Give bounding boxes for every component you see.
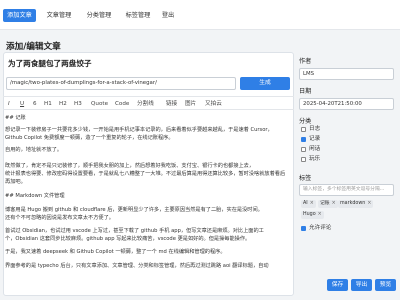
save-button[interactable]: 保存	[327, 279, 348, 291]
nav-category-manage[interactable]: 分类管理	[84, 9, 114, 22]
image-button[interactable]: 图片	[185, 100, 196, 108]
meta-sidebar	[299, 52, 397, 296]
content-line: 还有个不可忽略的因说是发布文章太不方便了。	[5, 215, 114, 221]
content-line: 首试过 Obsidian，也试过用 vscode 上写过，甚至下载了 githu…	[5, 228, 264, 234]
page-title: 添加/编辑文章	[6, 42, 61, 52]
content-editor[interactable]: ## 记账 想记录一下装修房子一共要花多少钱，一开始是用手机记事本记录的，后来看…	[5, 114, 291, 294]
author-input[interactable]: LMS	[299, 68, 394, 80]
divider-button[interactable]: 分割线	[137, 100, 154, 108]
tag-chip-label: AI	[303, 201, 308, 206]
code-button[interactable]: Code	[115, 100, 129, 108]
generate-button[interactable]: 生成	[240, 77, 290, 90]
author-label: 作者	[299, 58, 312, 65]
preview-button[interactable]: 预览	[375, 279, 396, 291]
tag-chip[interactable]: 记账 ×	[318, 200, 338, 208]
underline-button[interactable]: U	[20, 100, 24, 108]
content-line: Github Copilot 免费额度一顿薅，造了一个重复的轮子，在线记账程序。	[5, 135, 174, 141]
content-line: 个，Obsidian 这套同步比较麻烦。github app 写起来比较痛苦，v…	[5, 236, 251, 242]
tags-label: 标签	[299, 175, 312, 182]
nav-tag-manage[interactable]: 标签管理	[123, 9, 153, 22]
format-button[interactable]: 6	[33, 100, 37, 108]
top-nav: 添加文章 文章管理 分类管理 标签管理 登出	[0, 0, 400, 30]
category-checkbox[interactable]	[301, 137, 306, 142]
nav-add-article[interactable]: 添加文章	[3, 9, 36, 22]
close-icon[interactable]: ×	[332, 201, 336, 206]
nav-logout[interactable]: 登出	[160, 9, 176, 22]
content-line: ## Markdown 文件管理	[5, 193, 65, 199]
tag-chip[interactable]: markdown ×	[338, 200, 374, 208]
tag-chip[interactable]: Hugo ×	[301, 211, 324, 219]
content-line: ## 记账	[5, 115, 26, 121]
h3-button[interactable]: H3	[74, 100, 82, 108]
tag-chip-label: markdown	[340, 201, 366, 206]
content-line: 再加吧。	[5, 179, 26, 185]
nav-article-manage[interactable]: 文章管理	[44, 9, 74, 22]
content-line: 统计报表也得要、修改密码得设置要看，于是就乱七八糟整了一大堆。不过最后算是用得还…	[5, 171, 286, 177]
tag-chip-label: 记账	[320, 201, 330, 206]
content-line: 想记录一下装修房子一共要花多少钱，一开始是用手机记事本记录的，后来看着似乎要越来…	[5, 127, 273, 133]
tags-input[interactable]: 输入标签，多个标签用英文逗号分隔...	[299, 184, 394, 196]
category-option-label: 记录	[309, 136, 321, 142]
content-line: 于是，我又速着 deepseek 和 Github Copilot 一顿薅，整了…	[5, 249, 226, 255]
slug-input[interactable]: /magic/two-plates-of-dumplings-for-a-sta…	[6, 77, 236, 90]
category-label: 分类	[299, 118, 312, 125]
h2-button[interactable]: H2	[59, 100, 67, 108]
quote-button[interactable]: Quote	[91, 100, 108, 108]
tag-chip-label: Hugo	[303, 212, 316, 217]
content-line: 既然做了，肯定不是只记装修了，顺手把我女朋的加上，然后想着好我吃饭、支付宝、银行…	[5, 163, 255, 169]
upyun-button[interactable]: 又拍云	[205, 100, 222, 108]
italic-button[interactable]: I	[8, 100, 10, 108]
category-checkbox[interactable]	[301, 147, 306, 152]
allow-comment-label: 允许评论	[309, 225, 332, 231]
export-button[interactable]: 导出	[351, 279, 372, 291]
content-line: 博客用是 Hugo 搬到 github 和 cloudflare 后，更新明显少…	[5, 207, 263, 213]
close-icon[interactable]: ×	[310, 201, 314, 206]
article-title-input[interactable]: 为了两食腿包了两盘饺子	[8, 58, 92, 69]
editor-toolbar: I U 6 H1 H2 H3 Quote Code 分割线 链接 图片 又拍云	[3, 96, 294, 110]
date-label: 日期	[299, 88, 312, 95]
tag-chip[interactable]: AI ×	[301, 200, 316, 208]
date-input[interactable]: 2025-04-20T21:50:00	[299, 98, 394, 110]
allow-comment-checkbox[interactable]	[301, 226, 306, 231]
close-icon[interactable]: ×	[367, 201, 371, 206]
content-line: 自用的，地址就不放了。	[5, 147, 63, 153]
category-checkbox[interactable]	[301, 127, 306, 132]
h1-button[interactable]: H1	[44, 100, 52, 108]
category-checkbox[interactable]	[301, 157, 306, 162]
category-option-label: 日志	[309, 126, 321, 132]
link-button[interactable]: 链接	[166, 100, 177, 108]
content-line: 界面参考的是 typecho 后台，只有文章添加、文章管理、分类和标签管理，然后…	[5, 263, 269, 269]
close-icon[interactable]: ×	[318, 212, 322, 217]
category-option-label: 闲话	[309, 146, 321, 152]
category-option-label: 玩乐	[309, 156, 321, 162]
